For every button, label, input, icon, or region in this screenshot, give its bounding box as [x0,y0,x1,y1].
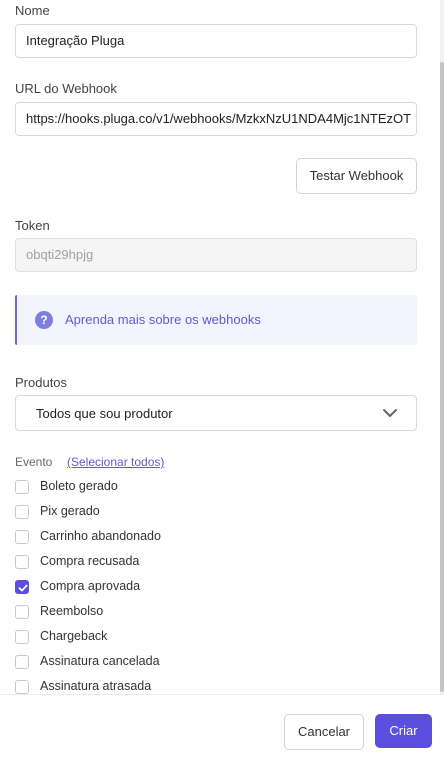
event-checkbox-row[interactable]: Boleto gerado [15,477,315,497]
name-input[interactable]: Integração Pluga [15,24,417,58]
event-checkbox[interactable] [15,505,29,519]
event-checkbox[interactable] [15,655,29,669]
webhook-help-link[interactable]: Aprenda mais sobre os webhooks [65,312,261,327]
event-checkbox-label: Assinatura cancelada [40,654,160,668]
event-checkbox-label: Reembolso [40,604,104,618]
question-circle-icon: ? [35,311,53,329]
event-checkbox-row[interactable]: Pix gerado [15,502,315,522]
cancel-button[interactable]: Cancelar [284,714,364,750]
event-checkbox[interactable] [15,580,29,594]
webhook-info-box: ? Aprenda mais sobre os webhooks [15,295,417,345]
event-checkbox-row[interactable]: Assinatura atrasada [15,677,315,694]
products-select[interactable]: Todos que sou produtor [15,395,417,431]
event-checkbox-label: Compra recusada [40,554,140,568]
event-checkbox-label: Boleto gerado [40,479,118,493]
products-selected-value: Todos que sou produtor [36,406,173,421]
select-all-link[interactable]: (Selecionar todos) [67,455,164,469]
scrollbar-thumb[interactable] [440,62,444,692]
event-checkbox-row[interactable]: Reembolso [15,602,315,622]
event-checkbox[interactable] [15,480,29,494]
event-checkbox-row[interactable]: Carrinho abandonado [15,527,315,547]
name-label: Nome [15,3,50,18]
event-checkbox[interactable] [15,530,29,544]
event-checkbox-label: Compra aprovada [40,579,141,593]
url-label: URL do Webhook [15,81,117,96]
event-checkbox-label: Carrinho abandonado [40,529,161,543]
event-checkbox[interactable] [15,555,29,569]
test-webhook-button[interactable]: Testar Webhook [296,158,417,194]
event-checkbox-row[interactable]: Assinatura cancelada [15,652,315,672]
webhook-url-input[interactable]: https://hooks.pluga.co/v1/webhooks/MzkxN… [15,102,417,136]
products-label: Produtos [15,375,68,390]
event-checkbox[interactable] [15,680,29,694]
event-label: Evento [15,455,53,469]
event-checkbox-label: Assinatura atrasada [40,679,152,693]
checkmark-icon [18,584,28,592]
event-checkbox[interactable] [15,630,29,644]
event-checkbox-row[interactable]: Compra recusada [15,552,315,572]
event-checkbox[interactable] [15,605,29,619]
chevron-down-icon [383,409,397,417]
form-scroll-area[interactable]: Nome Integração Pluga URL do Webhook htt… [0,0,444,694]
event-checkbox-label: Pix gerado [40,504,100,518]
event-checkbox-row[interactable]: Chargeback [15,627,315,647]
token-input: obqti29hpjg [15,238,417,272]
modal-footer: Cancelar Criar [0,694,444,761]
event-checkbox-label: Chargeback [40,629,108,643]
create-button[interactable]: Criar [375,714,432,748]
event-checkbox-row[interactable]: Compra aprovada [15,577,315,597]
token-label: Token [15,218,50,233]
